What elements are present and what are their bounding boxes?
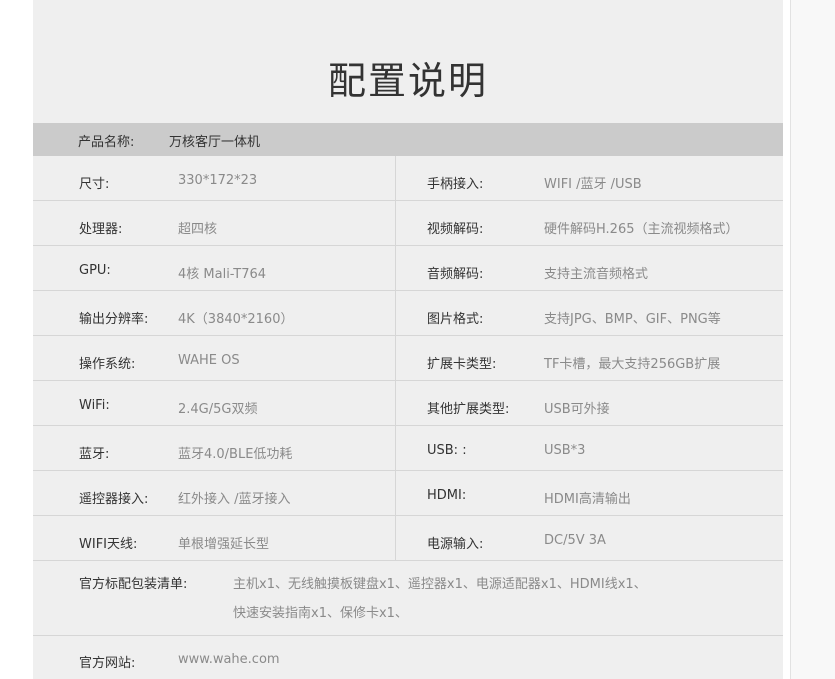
- spec-label: 电源输入:: [427, 537, 484, 552]
- spec-value: 单根增强延长型: [178, 537, 270, 552]
- spec-label: 尺寸:: [79, 177, 110, 192]
- spec-row: 遥控器接入: 红外接入 /蓝牙接入 HDMI: HDMI高清输出: [33, 471, 783, 516]
- spec-label: 图片格式:: [427, 312, 484, 327]
- spec-row: 处理器: 超四核 视频解码: 硬件解码H.265（主流视频格式）: [33, 201, 783, 246]
- website-label: 官方网站:: [79, 656, 136, 671]
- spec-label: 扩展卡类型:: [427, 357, 497, 372]
- page-margin-strip: [790, 0, 835, 679]
- spec-value: 支持主流音频格式: [544, 267, 649, 282]
- spec-value: HDMI高清输出: [544, 492, 631, 507]
- product-name-value: 万核客厅一体机: [169, 135, 261, 150]
- spec-value: 2.4G/5G双频: [178, 402, 258, 417]
- spec-row: 输出分辨率: 4K（3840*2160） 图片格式: 支持JPG、BMP、GIF…: [33, 291, 783, 336]
- package-list-row: 官方标配包装清单: 主机x1、无线触摸板键盘x1、遥控器x1、电源适配器x1、H…: [33, 557, 783, 636]
- package-list-line: 主机x1、无线触摸板键盘x1、遥控器x1、电源适配器x1、HDMI线x1、: [233, 577, 647, 592]
- spec-label: 遥控器接入:: [79, 492, 149, 507]
- column-divider: [395, 381, 396, 425]
- spec-value: 超四核: [178, 222, 218, 237]
- spec-value: 4K（3840*2160）: [178, 312, 294, 327]
- product-name-label: 产品名称:: [78, 135, 135, 150]
- spec-value: 330*172*23: [178, 173, 258, 188]
- column-divider: [395, 471, 396, 515]
- spec-value: 4核 Mali-T764: [178, 267, 267, 282]
- spec-value: USB*3: [544, 443, 586, 458]
- package-list-line: 快速安装指南x1、保修卡x1、: [233, 606, 408, 621]
- spec-table: 尺寸: 330*172*23 手柄接入: WIFI /蓝牙 /USB 处理器: …: [33, 156, 783, 561]
- spec-label: 手柄接入:: [427, 177, 484, 192]
- spec-label: 输出分辨率:: [79, 312, 149, 327]
- spec-label: GPU:: [79, 263, 111, 278]
- column-divider: [395, 426, 396, 470]
- spec-row: GPU: 4核 Mali-T764 音频解码: 支持主流音频格式: [33, 246, 783, 291]
- spec-label: 其他扩展类型:: [427, 402, 510, 417]
- column-divider: [395, 201, 396, 245]
- spec-row: WiFi: 2.4G/5G双频 其他扩展类型: USB可外接: [33, 381, 783, 426]
- spec-value: 蓝牙4.0/BLE低功耗: [178, 447, 293, 462]
- spec-label: WiFi:: [79, 398, 110, 413]
- spec-row: WIFI天线: 单根增强延长型 电源输入: DC/5V 3A: [33, 516, 783, 561]
- spec-value: 红外接入 /蓝牙接入: [178, 492, 291, 507]
- column-divider: [395, 246, 396, 290]
- spec-value: DC/5V 3A: [544, 533, 606, 548]
- column-divider: [395, 516, 396, 560]
- spec-value: WAHE OS: [178, 353, 240, 368]
- spec-label: USB: :: [427, 443, 467, 458]
- column-divider: [395, 336, 396, 380]
- spec-label: WIFI天线:: [79, 537, 138, 552]
- spec-page: 配置说明 产品名称: 万核客厅一体机 尺寸: 330*172*23 手柄接入: …: [0, 0, 835, 679]
- spec-label: 处理器:: [79, 222, 123, 237]
- package-list-label: 官方标配包装清单:: [79, 577, 188, 592]
- spec-value: USB可外接: [544, 402, 610, 417]
- spec-row: 蓝牙: 蓝牙4.0/BLE低功耗 USB: : USB*3: [33, 426, 783, 471]
- page-title: 配置说明: [327, 59, 488, 103]
- website-link[interactable]: www.wahe.com: [178, 652, 280, 667]
- spec-label: 音频解码:: [427, 267, 484, 282]
- spec-row: 尺寸: 330*172*23 手柄接入: WIFI /蓝牙 /USB: [33, 156, 783, 201]
- product-name-bar: 产品名称: 万核客厅一体机: [33, 123, 783, 156]
- column-divider: [395, 291, 396, 335]
- spec-value: 支持JPG、BMP、GIF、PNG等: [544, 312, 721, 327]
- spec-value: TF卡槽，最大支持256GB扩展: [544, 357, 721, 372]
- spec-value: WIFI /蓝牙 /USB: [544, 177, 642, 192]
- spec-value: 硬件解码H.265（主流视频格式）: [544, 222, 739, 237]
- spec-label: 蓝牙:: [79, 447, 110, 462]
- column-divider: [395, 156, 396, 200]
- spec-label: 操作系统:: [79, 357, 136, 372]
- spec-row: 操作系统: WAHE OS 扩展卡类型: TF卡槽，最大支持256GB扩展: [33, 336, 783, 381]
- spec-label: HDMI:: [427, 488, 467, 503]
- website-row: 官方网站: www.wahe.com: [33, 636, 783, 679]
- spec-label: 视频解码:: [427, 222, 484, 237]
